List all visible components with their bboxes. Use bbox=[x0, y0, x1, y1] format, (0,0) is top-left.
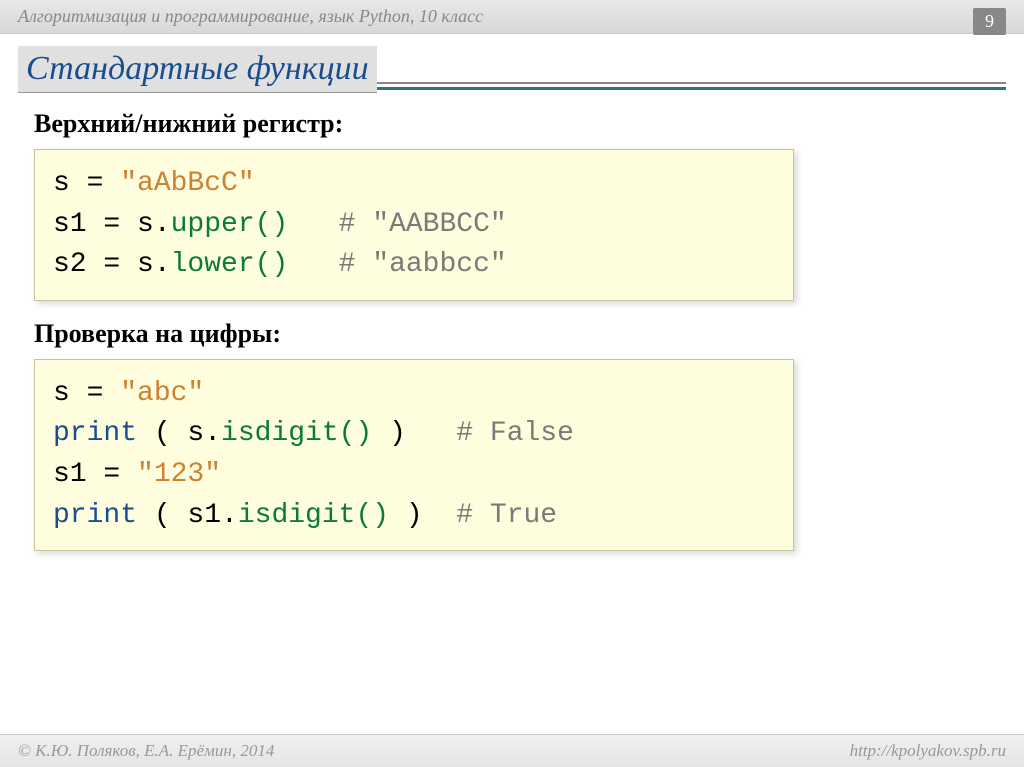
copyright: © К.Ю. Поляков, Е.А. Ерёмин, 2014 bbox=[18, 741, 274, 761]
page-number: 9 bbox=[973, 8, 1006, 35]
footer: © К.Ю. Поляков, Е.А. Ерёмин, 2014 http:/… bbox=[0, 734, 1024, 767]
footer-url: http://kpolyakov.spb.ru bbox=[850, 741, 1006, 761]
slide-title: Стандартные функции bbox=[26, 50, 369, 87]
slide-title-box: Стандартные функции bbox=[18, 46, 377, 93]
section-heading-digits: Проверка на цифры: bbox=[34, 319, 990, 349]
code-block-digits: s = "abc" print ( s.isdigit() ) # False … bbox=[34, 359, 794, 551]
code-line: s1 = s.upper() # "AABBCC" bbox=[53, 205, 775, 246]
section-heading-case: Верхний/нижний регистр: bbox=[34, 109, 990, 139]
code-line: s2 = s.lower() # "aabbcc" bbox=[53, 245, 775, 286]
breadcrumb-header: Алгоритмизация и программирование, язык … bbox=[0, 0, 1024, 34]
code-line: print ( s.isdigit() ) # False bbox=[53, 414, 775, 455]
code-block-case: s = "aAbBcC" s1 = s.upper() # "AABBCC" s… bbox=[34, 149, 794, 301]
code-line: s1 = "123" bbox=[53, 455, 775, 496]
code-line: s = "aAbBcC" bbox=[53, 164, 775, 205]
code-line: print ( s1.isdigit() ) # True bbox=[53, 496, 775, 537]
course-title: Алгоритмизация и программирование, язык … bbox=[18, 6, 483, 26]
title-rule bbox=[377, 82, 1006, 90]
code-line: s = "abc" bbox=[53, 374, 775, 415]
